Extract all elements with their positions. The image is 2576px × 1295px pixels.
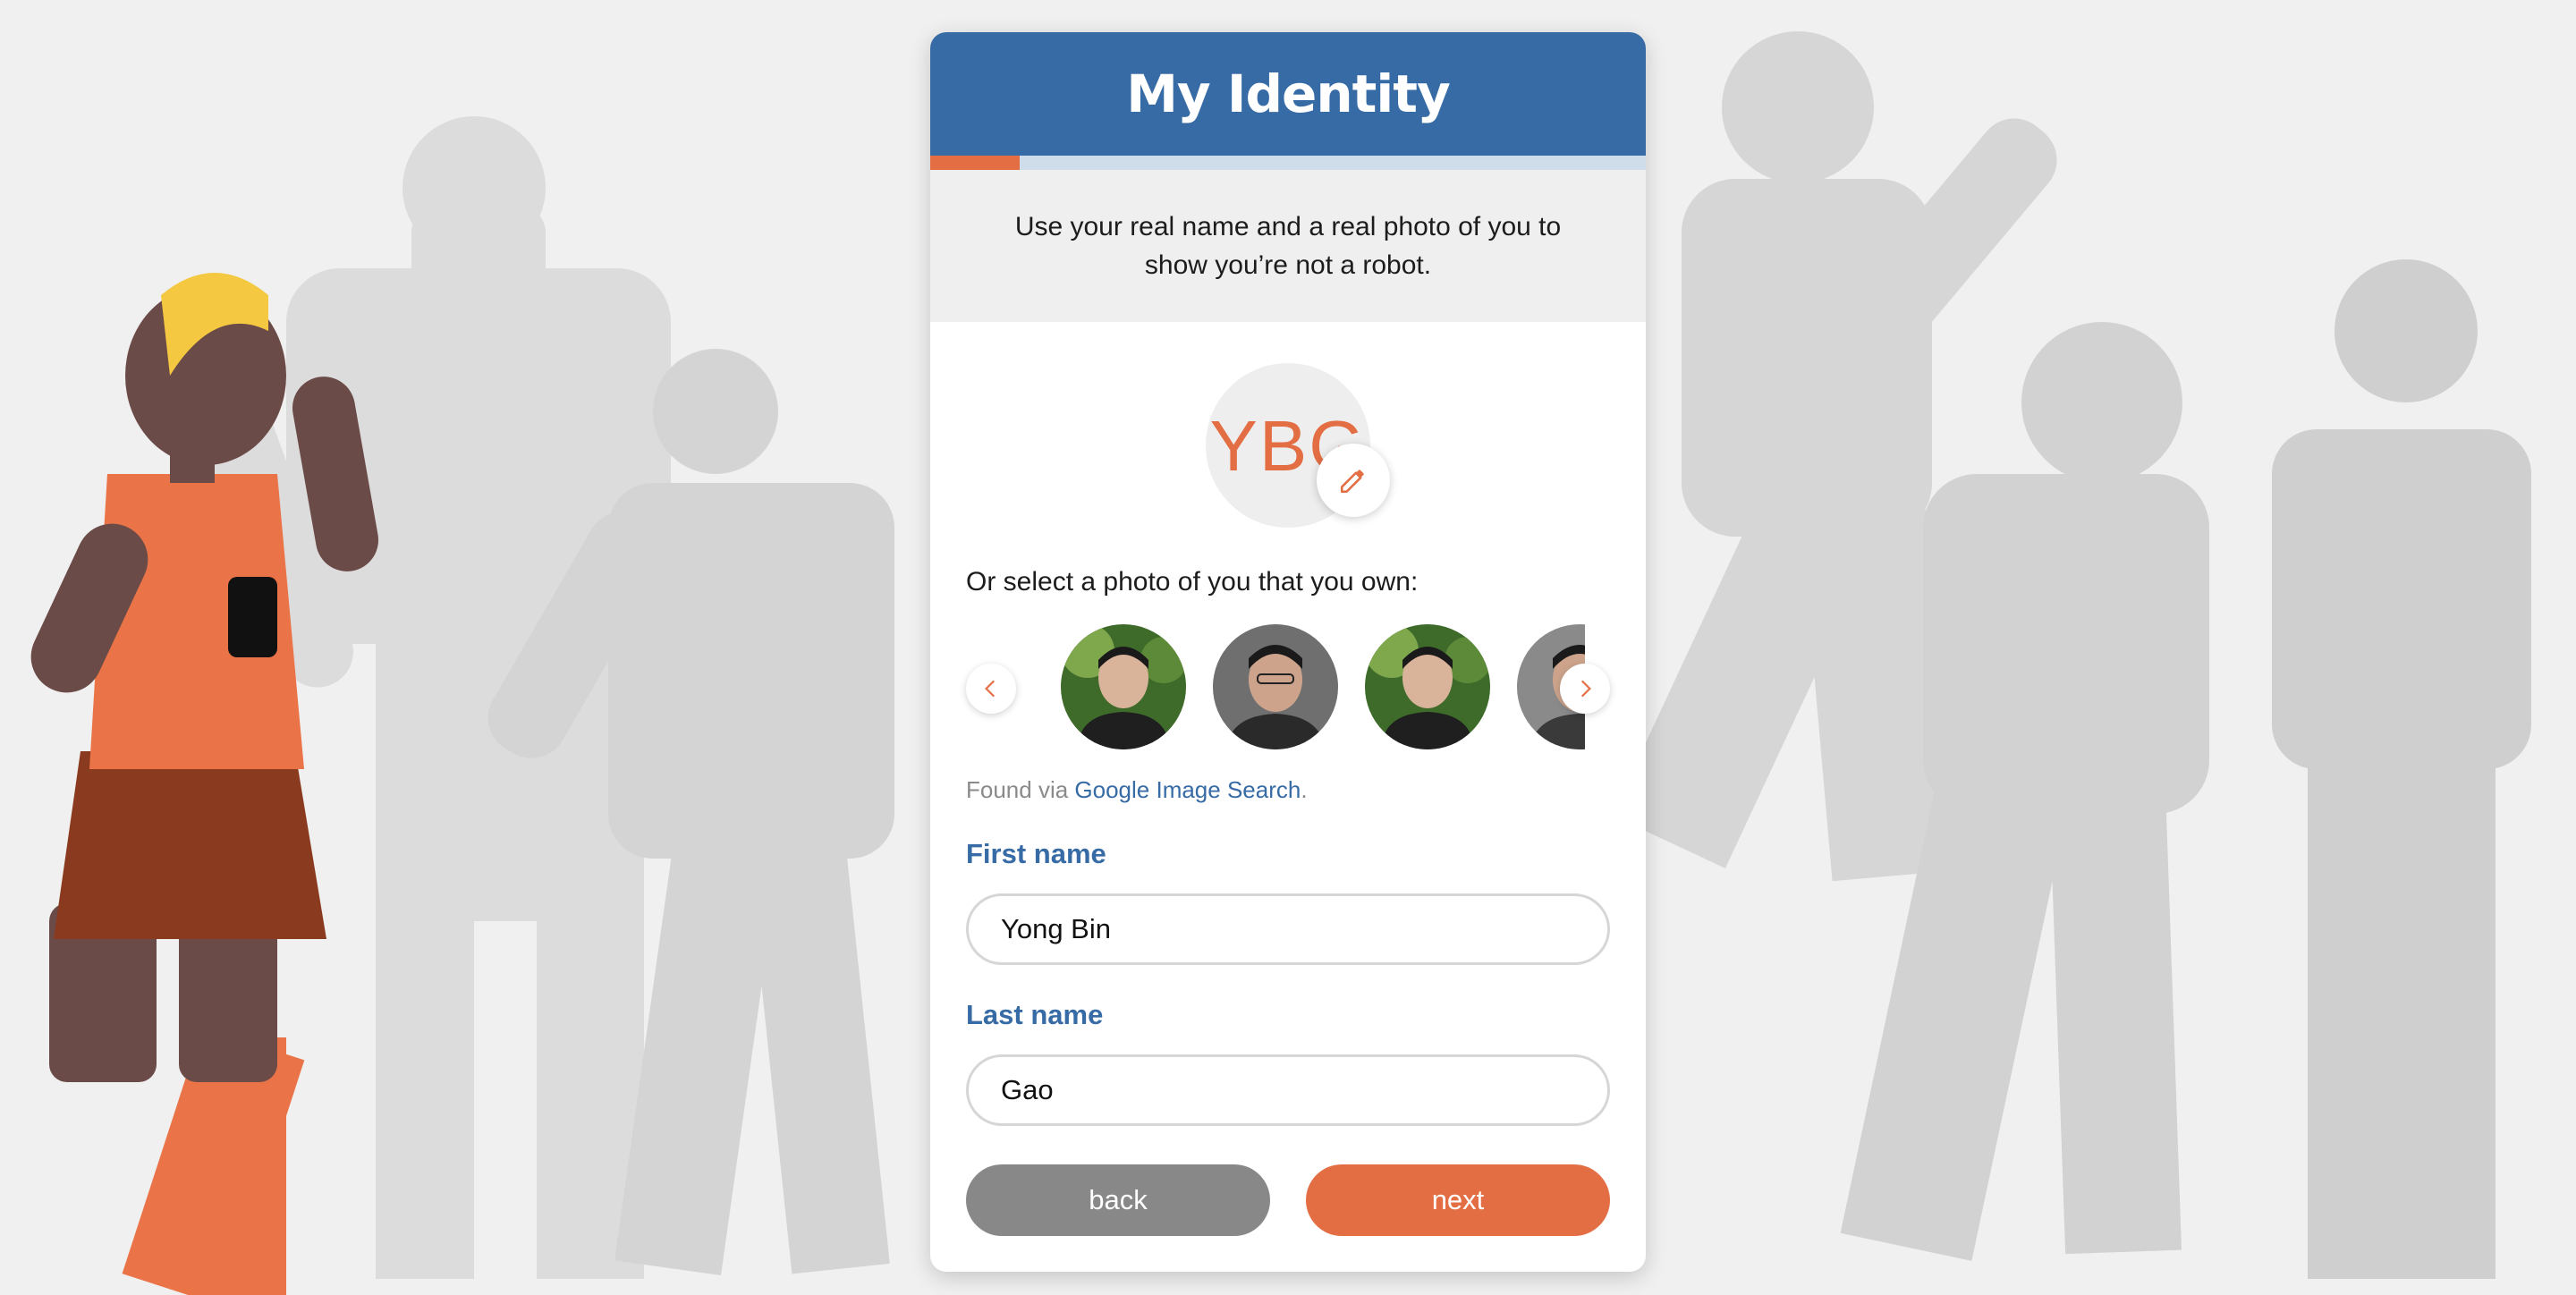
page-title: My Identity (1126, 63, 1451, 124)
carousel-next-button[interactable] (1560, 664, 1610, 714)
found-via-prefix: Found via (966, 776, 1075, 803)
last-name-label: Last name (966, 999, 1104, 1030)
progress-bar (930, 156, 1646, 170)
last-name-input[interactable] (966, 1054, 1610, 1126)
photo-select-label: Or select a photo of you that you own: (966, 567, 1419, 597)
photo-thumbnail[interactable] (1365, 624, 1490, 749)
photo-thumbnail-image (1061, 624, 1186, 749)
next-button[interactable]: next (1306, 1164, 1610, 1236)
avatar-container: YBG (1206, 363, 1390, 528)
photo-carousel (930, 622, 1646, 753)
pencil-icon (1340, 470, 1364, 494)
photo-thumbnail[interactable] (1061, 624, 1186, 749)
first-name-label: First name (966, 838, 1106, 869)
chevron-right-icon (1580, 680, 1591, 698)
edit-avatar-button[interactable] (1317, 444, 1390, 517)
found-via-text: Found via Google Image Search. (966, 776, 1646, 804)
found-via-suffix: . (1301, 776, 1308, 803)
back-button[interactable]: back (966, 1164, 1270, 1236)
progress-fill (930, 156, 1020, 170)
first-name-input[interactable] (966, 893, 1610, 965)
google-image-search-link[interactable]: Google Image Search (1074, 776, 1301, 803)
photo-thumbnail-image (1213, 624, 1338, 749)
identity-card: My Identity Use your real name and a rea… (930, 32, 1646, 1272)
photo-thumbnails (1025, 622, 1585, 753)
card-header: My Identity (930, 32, 1646, 156)
intro-panel: Use your real name and a real photo of y… (930, 170, 1646, 322)
form-actions: back next (966, 1164, 1610, 1236)
carousel-prev-button[interactable] (966, 664, 1016, 714)
chevron-left-icon (985, 680, 996, 698)
intro-text: Use your real name and a real photo of y… (1014, 212, 1562, 280)
photo-thumbnail[interactable] (1213, 624, 1338, 749)
photo-thumbnail-image (1365, 624, 1490, 749)
